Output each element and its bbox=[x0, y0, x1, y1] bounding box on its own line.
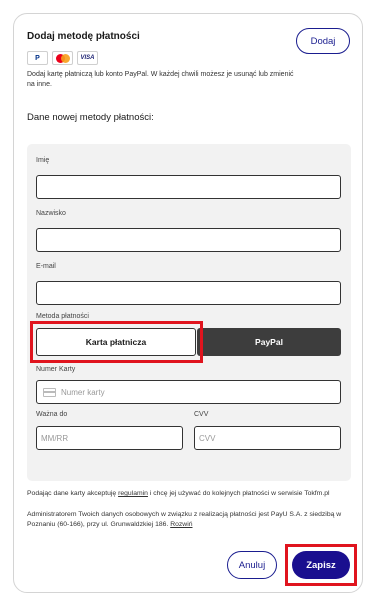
email-field[interactable] bbox=[36, 281, 341, 305]
expiry-label: Ważna do bbox=[36, 411, 68, 418]
card-number-field[interactable]: Numer karty bbox=[36, 380, 341, 404]
payment-method-card: Dodaj metodę płatności P VISA Dodaj kart… bbox=[13, 13, 363, 593]
payment-method-label: Metoda płatności bbox=[36, 313, 89, 320]
visa-logo-icon: VISA bbox=[77, 51, 98, 65]
first-name-label: Imię bbox=[36, 157, 50, 164]
first-name-field[interactable] bbox=[36, 175, 341, 199]
card-method-option[interactable]: Karta płatnicza bbox=[36, 328, 196, 356]
cvv-label: CVV bbox=[194, 411, 209, 418]
expiry-field[interactable]: MM/RR bbox=[36, 426, 183, 450]
paypal-method-option[interactable]: PayPal bbox=[197, 328, 341, 356]
consent-prefix: Podając dane karty akceptuję bbox=[27, 490, 117, 497]
intro-text: Dodaj kartę płatniczą lub konto PayPal. … bbox=[27, 71, 294, 88]
save-button[interactable]: Zapisz bbox=[292, 551, 350, 579]
consent-text: Podając dane karty akceptuję regulamin i… bbox=[27, 489, 352, 499]
admin-text: Administratorem Twoich danych osobowych … bbox=[27, 510, 352, 529]
dialog-title: Dodaj metodę płatności bbox=[27, 31, 140, 42]
payment-logos: P VISA bbox=[27, 51, 98, 65]
last-name-label: Nazwisko bbox=[36, 210, 66, 217]
cvv-field[interactable]: CVV bbox=[194, 426, 341, 450]
credit-card-icon bbox=[43, 387, 56, 397]
section-title: Dane nowej metody płatności: bbox=[27, 112, 154, 123]
card-number-label: Numer Karty bbox=[36, 366, 76, 373]
last-name-field[interactable] bbox=[36, 228, 341, 252]
paypal-logo-icon: P bbox=[27, 51, 48, 65]
cancel-button[interactable]: Anuluj bbox=[227, 551, 277, 579]
card-number-placeholder: Numer karty bbox=[61, 387, 105, 397]
email-label: E-mail bbox=[36, 263, 56, 270]
consent-suffix: i chcę jej używać do kolejnych płatności… bbox=[149, 490, 330, 497]
regulations-link[interactable]: regulamin bbox=[118, 490, 148, 497]
visa-logo-mark: VISA bbox=[80, 55, 95, 61]
expand-link[interactable]: Rozwiń bbox=[170, 521, 192, 528]
mastercard-logo-icon bbox=[52, 51, 73, 65]
add-button[interactable]: Dodaj bbox=[296, 28, 350, 54]
paypal-logo-mark: P bbox=[35, 54, 40, 62]
